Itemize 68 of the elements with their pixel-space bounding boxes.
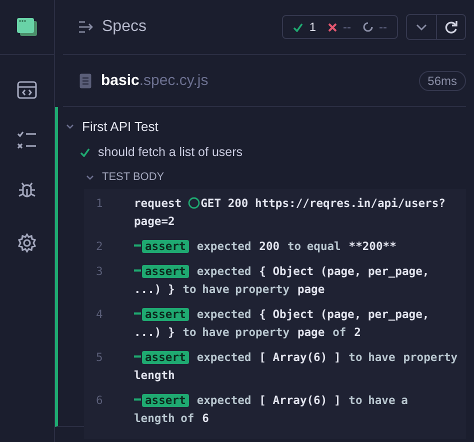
assert-badge: assert [142,394,189,407]
command-message: to have property [182,325,290,341]
command-value: 2 [354,325,361,341]
command-message: expected [196,239,252,255]
line-number: 6 [95,393,104,409]
line-number: 3 [95,264,104,280]
specs-list-icon [79,21,94,33]
command-value: page=2 [134,214,175,230]
command-value: { Object (page, per_page, [259,307,430,323]
command-value: GET 200 https://reqres.in/api/users? [200,196,446,212]
command-message: of [332,325,346,341]
cross-icon [328,22,337,32]
dash-icon [134,244,141,247]
caret-icon[interactable] [66,124,74,128]
line-number: 1 [95,196,104,212]
assert-badge: assert [142,240,189,253]
document-icon [79,72,92,88]
command-message: to equal [287,239,341,255]
suite-title[interactable]: First API Test [82,118,158,134]
command-message: expected [196,307,252,323]
line-number: 4 [95,307,104,323]
command-message: expected [196,350,252,366]
command-value: page [297,325,325,341]
circle-icon [188,197,200,209]
duration-badge: 56ms [418,70,466,90]
stat-count: -- [379,20,387,34]
command-value: { Object (page, per_page, [259,264,430,280]
dash-icon [134,398,141,401]
command-message: to have a [348,393,408,409]
command-value: 6 [202,411,209,427]
spec-file-name: basic.spec.cy.js [101,72,208,89]
assert-badge: assert [142,308,189,321]
command-name: request [134,197,182,210]
command-value: ...) } [134,325,175,341]
command-value: [ Array(6) ] [259,393,341,409]
chevron-down-icon [416,24,427,30]
command-value: 200 [259,239,280,255]
stat-count: 1 [309,20,316,34]
test-title[interactable]: should fetch a list of users [98,145,243,159]
line-number: 2 [95,239,104,255]
dash-icon [134,312,141,315]
command-message: length of [134,411,194,427]
stat-count: -- [343,20,351,34]
assert-badge: assert [142,265,189,278]
command-value: ...) } [134,282,175,298]
dash-icon [134,269,141,272]
check-icon [293,22,304,32]
command-message: expected [196,393,252,409]
command-message: property [403,350,458,366]
page-title: Specs [102,18,146,36]
test-body-label[interactable]: TEST BODY [102,171,164,183]
code-window-icon[interactable] [17,81,37,99]
command-value: length [134,368,175,384]
caret-icon[interactable] [86,174,94,180]
reload-icon [444,20,458,34]
line-number: 5 [95,350,104,366]
assert-badge: assert [142,351,189,364]
command-message: to have property [182,282,290,298]
settings-icon[interactable] [17,233,37,253]
command-message: expected [196,264,252,280]
checklist-icon[interactable] [17,131,37,149]
command-value: [ Array(6) ] [259,350,341,366]
command-value: **200** [348,239,396,255]
spinner-icon [363,22,373,32]
app-logo-icon[interactable] [16,16,38,38]
dash-icon [134,355,141,358]
command-value: page [297,282,325,298]
command-message: to have [348,350,396,366]
